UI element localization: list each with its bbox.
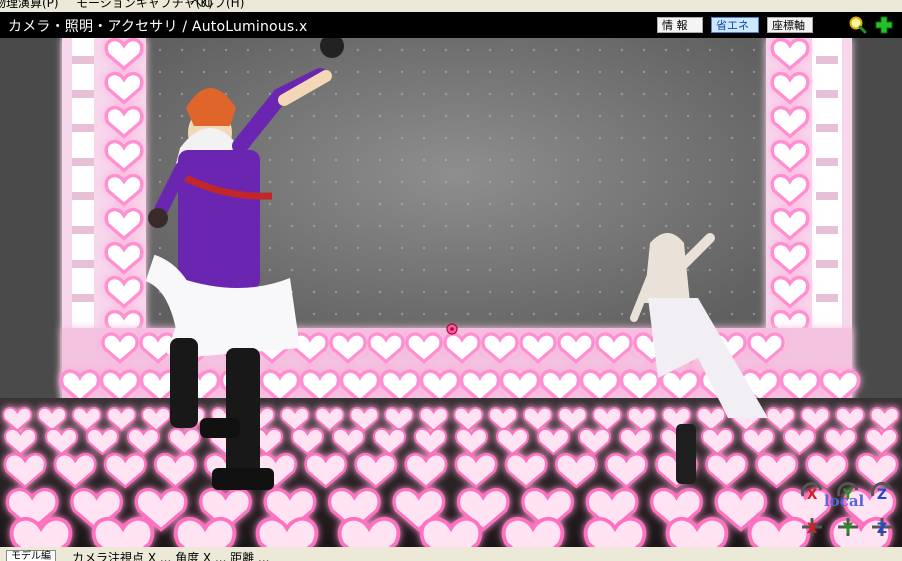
move-z-icon[interactable]: Z bbox=[870, 516, 894, 538]
rotate-x-icon[interactable]: X bbox=[800, 482, 824, 504]
status-readout: カメラ注視点 X ... 角度 X ... 距離 ... bbox=[72, 551, 270, 561]
info-button[interactable]: 情 報 bbox=[657, 17, 703, 33]
rotate-z-icon[interactable]: Z bbox=[870, 482, 894, 504]
svg-text:X: X bbox=[807, 487, 818, 503]
viewport-title: カメラ・照明・アクセサリ / AutoLuminous.x bbox=[8, 19, 308, 35]
menu-bar: 物理演算(P) モーションキャプチャ(K) ヘルプ(H) bbox=[0, 0, 902, 12]
viewport-title-bar: カメラ・照明・アクセサリ / AutoLuminous.x 情 報 省エネ 座標… bbox=[0, 12, 902, 38]
move-x-icon[interactable]: X bbox=[800, 516, 824, 538]
menu-physics[interactable]: 物理演算(P) bbox=[0, 0, 59, 11]
move-plus-icon[interactable] bbox=[874, 16, 894, 34]
svg-text:Y: Y bbox=[842, 487, 854, 503]
move-y-icon[interactable]: Y bbox=[836, 516, 860, 538]
svg-text:X: X bbox=[807, 521, 818, 537]
rotate-y-icon[interactable]: Y bbox=[836, 482, 860, 504]
svg-text:Z: Z bbox=[877, 487, 887, 503]
zoom-icon[interactable] bbox=[848, 16, 868, 34]
coordinate-axis-button[interactable]: 座標軸 bbox=[767, 17, 813, 33]
stage-scene bbox=[0, 38, 902, 547]
model-edit-tab[interactable]: モデル編 bbox=[6, 550, 56, 561]
svg-text:Y: Y bbox=[842, 521, 854, 537]
menu-help[interactable]: ヘルプ(H) bbox=[190, 0, 244, 11]
bottom-status-bar: モデル編 カメラ注視点 X ... 角度 X ... 距離 ... bbox=[0, 547, 902, 561]
energy-saving-button[interactable]: 省エネ bbox=[711, 17, 759, 33]
target-marker bbox=[446, 323, 458, 335]
viewport-3d[interactable]: local X Y Z X Y Z bbox=[0, 38, 902, 547]
svg-text:Z: Z bbox=[877, 521, 887, 537]
